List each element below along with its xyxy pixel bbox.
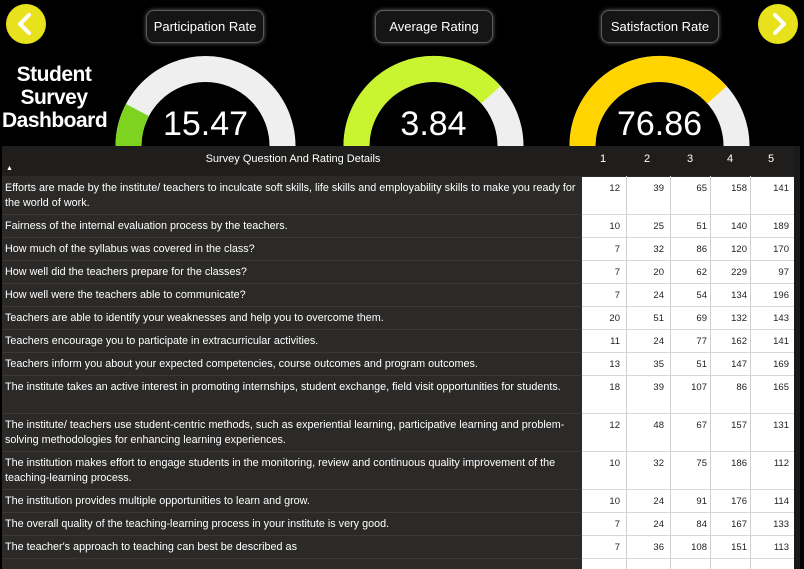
rating-cells: 18 39 107 86 165 — [582, 376, 794, 413]
rating-cells: 7 24 84 167 133 — [582, 513, 794, 535]
chevron-right-icon — [773, 13, 786, 35]
rating-cells: 7 24 54 134 196 — [582, 284, 794, 306]
table-row[interactable]: How well did the teachers prepare for th… — [2, 261, 800, 283]
rating-count-5: 114 — [773, 496, 789, 507]
rating-count-5: 189 — [773, 221, 789, 232]
column-divider — [670, 176, 671, 569]
question-text: The institution provides multiple opport… — [5, 495, 310, 507]
table-row[interactable]: The overall quality of the teaching-lear… — [2, 513, 800, 535]
rating-count-5: 131 — [773, 420, 789, 431]
sort-ascending-icon[interactable]: ▲ — [6, 165, 13, 172]
previous-page-button[interactable] — [6, 4, 46, 44]
rating-cells: 11 24 77 162 141 — [582, 330, 794, 352]
table-row[interactable]: Teachers are able to identify your weakn… — [2, 307, 800, 329]
rating-count-5: 170 — [773, 244, 789, 255]
satisfaction-rate-value: 76.86 — [616, 105, 703, 143]
rating-count-5: 143 — [773, 313, 789, 324]
question-text: Efforts are made by the institute/ teach… — [5, 182, 576, 209]
participation-rate-value: 15.47 — [162, 105, 249, 143]
rating-count-5: 196 — [773, 290, 789, 301]
question-text: How well were the teachers able to commu… — [5, 289, 246, 301]
participation-rate-gauge: 15.47 — [113, 50, 298, 147]
rating-count-5: 97 — [778, 267, 789, 278]
column-header-2[interactable]: 2 — [627, 153, 667, 165]
satisfaction-rate-gauge: 76.86 — [567, 50, 752, 147]
question-text: Fairness of the internal evaluation proc… — [5, 220, 288, 232]
participation-rate-label: Participation Rate — [146, 10, 264, 43]
rating-count-5: 169 — [773, 359, 789, 370]
question-text: The institution makes effort to engage s… — [5, 457, 556, 484]
rating-cells: 7 36 108 151 113 — [582, 536, 794, 558]
column-header-3[interactable]: 3 — [670, 153, 710, 165]
table-header: Survey Question And Rating Details ▲ 1 2… — [2, 146, 800, 176]
column-divider — [626, 176, 627, 569]
table-row[interactable]: The institute/ teachers use student-cent… — [2, 414, 800, 451]
table-row[interactable]: The teacher's approach to teaching can b… — [2, 536, 800, 558]
chevron-left-icon — [18, 13, 31, 35]
rating-cells: 10 32 75 186 112 — [582, 452, 794, 489]
question-text: Teachers inform you about your expected … — [5, 358, 478, 370]
column-divider — [710, 176, 711, 569]
table-row[interactable]: How much of the syllabus was covered in … — [2, 238, 800, 260]
rating-cells: 10 24 91 176 114 — [582, 490, 794, 512]
rating-cells: 20 51 69 132 143 — [582, 307, 794, 329]
column-header-1[interactable]: 1 — [583, 153, 623, 165]
question-text: The institute/ teachers use student-cent… — [5, 419, 565, 446]
table-row[interactable] — [2, 559, 800, 569]
table-row[interactable]: Fairness of the internal evaluation proc… — [2, 215, 800, 237]
table-row[interactable]: The institution provides multiple opport… — [2, 490, 800, 512]
average-rating-gauge: 3.84 — [341, 50, 526, 147]
rating-cells: 12 39 65 158 141 — [582, 177, 794, 214]
question-text: How much of the syllabus was covered in … — [5, 243, 255, 255]
column-header-4[interactable]: 4 — [710, 153, 750, 165]
rating-cells — [582, 559, 794, 569]
dashboard-title: Student Survey Dashboard — [2, 63, 108, 132]
average-rating-label: Average Rating — [375, 10, 493, 43]
rating-cells: 10 25 51 140 189 — [582, 215, 794, 237]
question-text: The teacher's approach to teaching can b… — [5, 541, 297, 553]
column-header-5[interactable]: 5 — [751, 153, 791, 165]
question-text: Teachers are able to identify your weakn… — [5, 312, 384, 324]
rating-count-5: 112 — [773, 458, 789, 469]
table-row[interactable]: How well were the teachers able to commu… — [2, 284, 800, 306]
rating-cells: 7 32 86 120 170 — [582, 238, 794, 260]
column-divider — [750, 176, 751, 569]
table-scrollbar[interactable] — [794, 146, 800, 569]
question-text: How well did the teachers prepare for th… — [5, 266, 247, 278]
survey-table-panel: Survey Question And Rating Details ▲ 1 2… — [2, 146, 800, 569]
question-text: Teachers encourage you to participate in… — [5, 335, 319, 347]
table-row[interactable]: Teachers inform you about your expected … — [2, 353, 800, 375]
satisfaction-rate-label: Satisfaction Rate — [601, 10, 719, 43]
next-page-button[interactable] — [758, 4, 798, 44]
question-text: The overall quality of the teaching-lear… — [5, 518, 390, 530]
rating-count-5: 113 — [773, 542, 789, 553]
rating-cells: 12 48 67 157 131 — [582, 414, 794, 451]
rating-count-5: 141 — [773, 183, 789, 194]
rating-count-5: 141 — [773, 336, 789, 347]
rating-count-5: 133 — [773, 519, 789, 530]
average-rating-value: 3.84 — [400, 105, 467, 143]
rating-count-5: 165 — [773, 382, 789, 393]
rating-cells: 13 35 51 147 169 — [582, 353, 794, 375]
table-row[interactable]: Teachers encourage you to participate in… — [2, 330, 800, 352]
question-text: The institute takes an active interest i… — [5, 381, 561, 393]
table-row[interactable]: The institute takes an active interest i… — [2, 376, 800, 413]
table-row[interactable]: The institution makes effort to engage s… — [2, 452, 800, 489]
question-column-header[interactable]: Survey Question And Rating Details — [2, 153, 584, 165]
rating-cells: 7 20 62 229 97 — [582, 261, 794, 283]
table-row[interactable]: Efforts are made by the institute/ teach… — [2, 177, 800, 214]
